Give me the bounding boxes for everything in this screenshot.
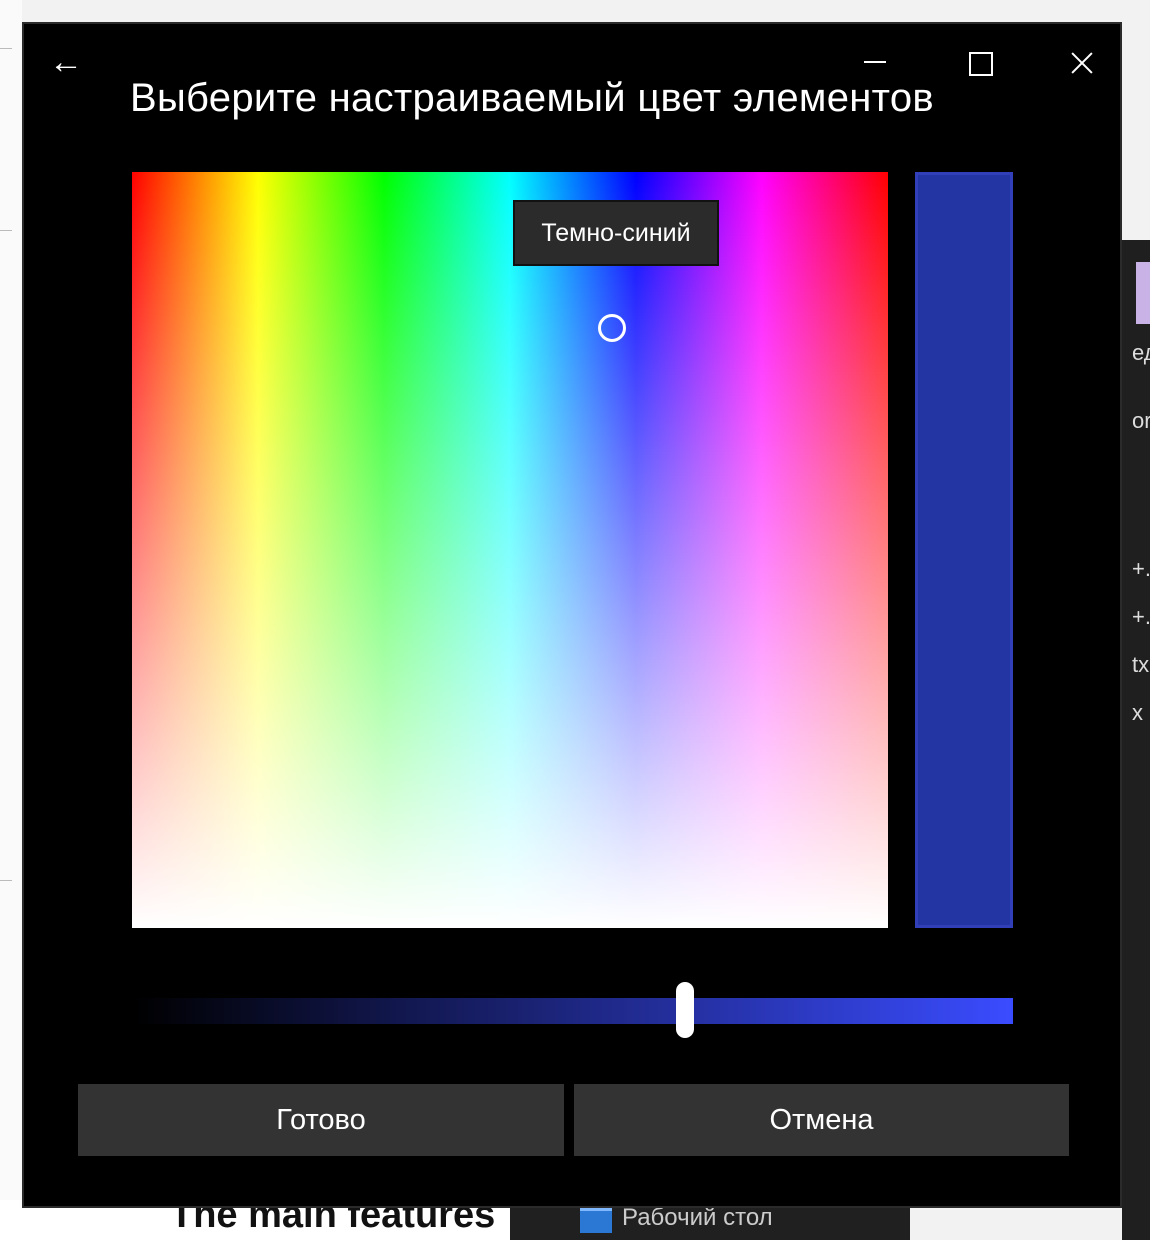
- background-window-left: [0, 0, 22, 1240]
- background-text: tx: [1132, 652, 1150, 677]
- background-window-right: ед or +. +. tx x: [1122, 240, 1150, 1240]
- color-name-tooltip: Темно-синий: [513, 200, 719, 266]
- background-text: or: [1132, 408, 1150, 433]
- back-arrow-icon[interactable]: ←: [46, 44, 86, 80]
- dialog-title: Выберите настраиваемый цвет элементов: [130, 76, 934, 120]
- background-text: +.: [1132, 556, 1150, 581]
- background-text: ед: [1132, 340, 1150, 365]
- color-selector-handle[interactable]: [598, 314, 626, 342]
- maximize-icon[interactable]: [959, 46, 999, 80]
- color-spectrum[interactable]: Темно-синий: [132, 172, 888, 928]
- color-picker-dialog: ← Выберите настраиваемый цвет элементов …: [22, 22, 1122, 1208]
- minimize-icon[interactable]: [854, 46, 894, 80]
- background-text: +.: [1132, 604, 1150, 629]
- desktop-icon[interactable]: [580, 1208, 612, 1233]
- close-icon[interactable]: [1062, 46, 1102, 80]
- brightness-slider[interactable]: [132, 982, 1013, 1038]
- background-text: x: [1132, 700, 1143, 725]
- cancel-button[interactable]: Отмена: [574, 1084, 1069, 1156]
- color-preview: [915, 172, 1013, 928]
- taskbar-item-label[interactable]: Рабочий стол: [622, 1204, 773, 1232]
- brightness-track[interactable]: [132, 998, 1013, 1024]
- brightness-thumb[interactable]: [676, 982, 694, 1038]
- background-accent: [1136, 262, 1150, 324]
- done-button[interactable]: Готово: [78, 1084, 564, 1156]
